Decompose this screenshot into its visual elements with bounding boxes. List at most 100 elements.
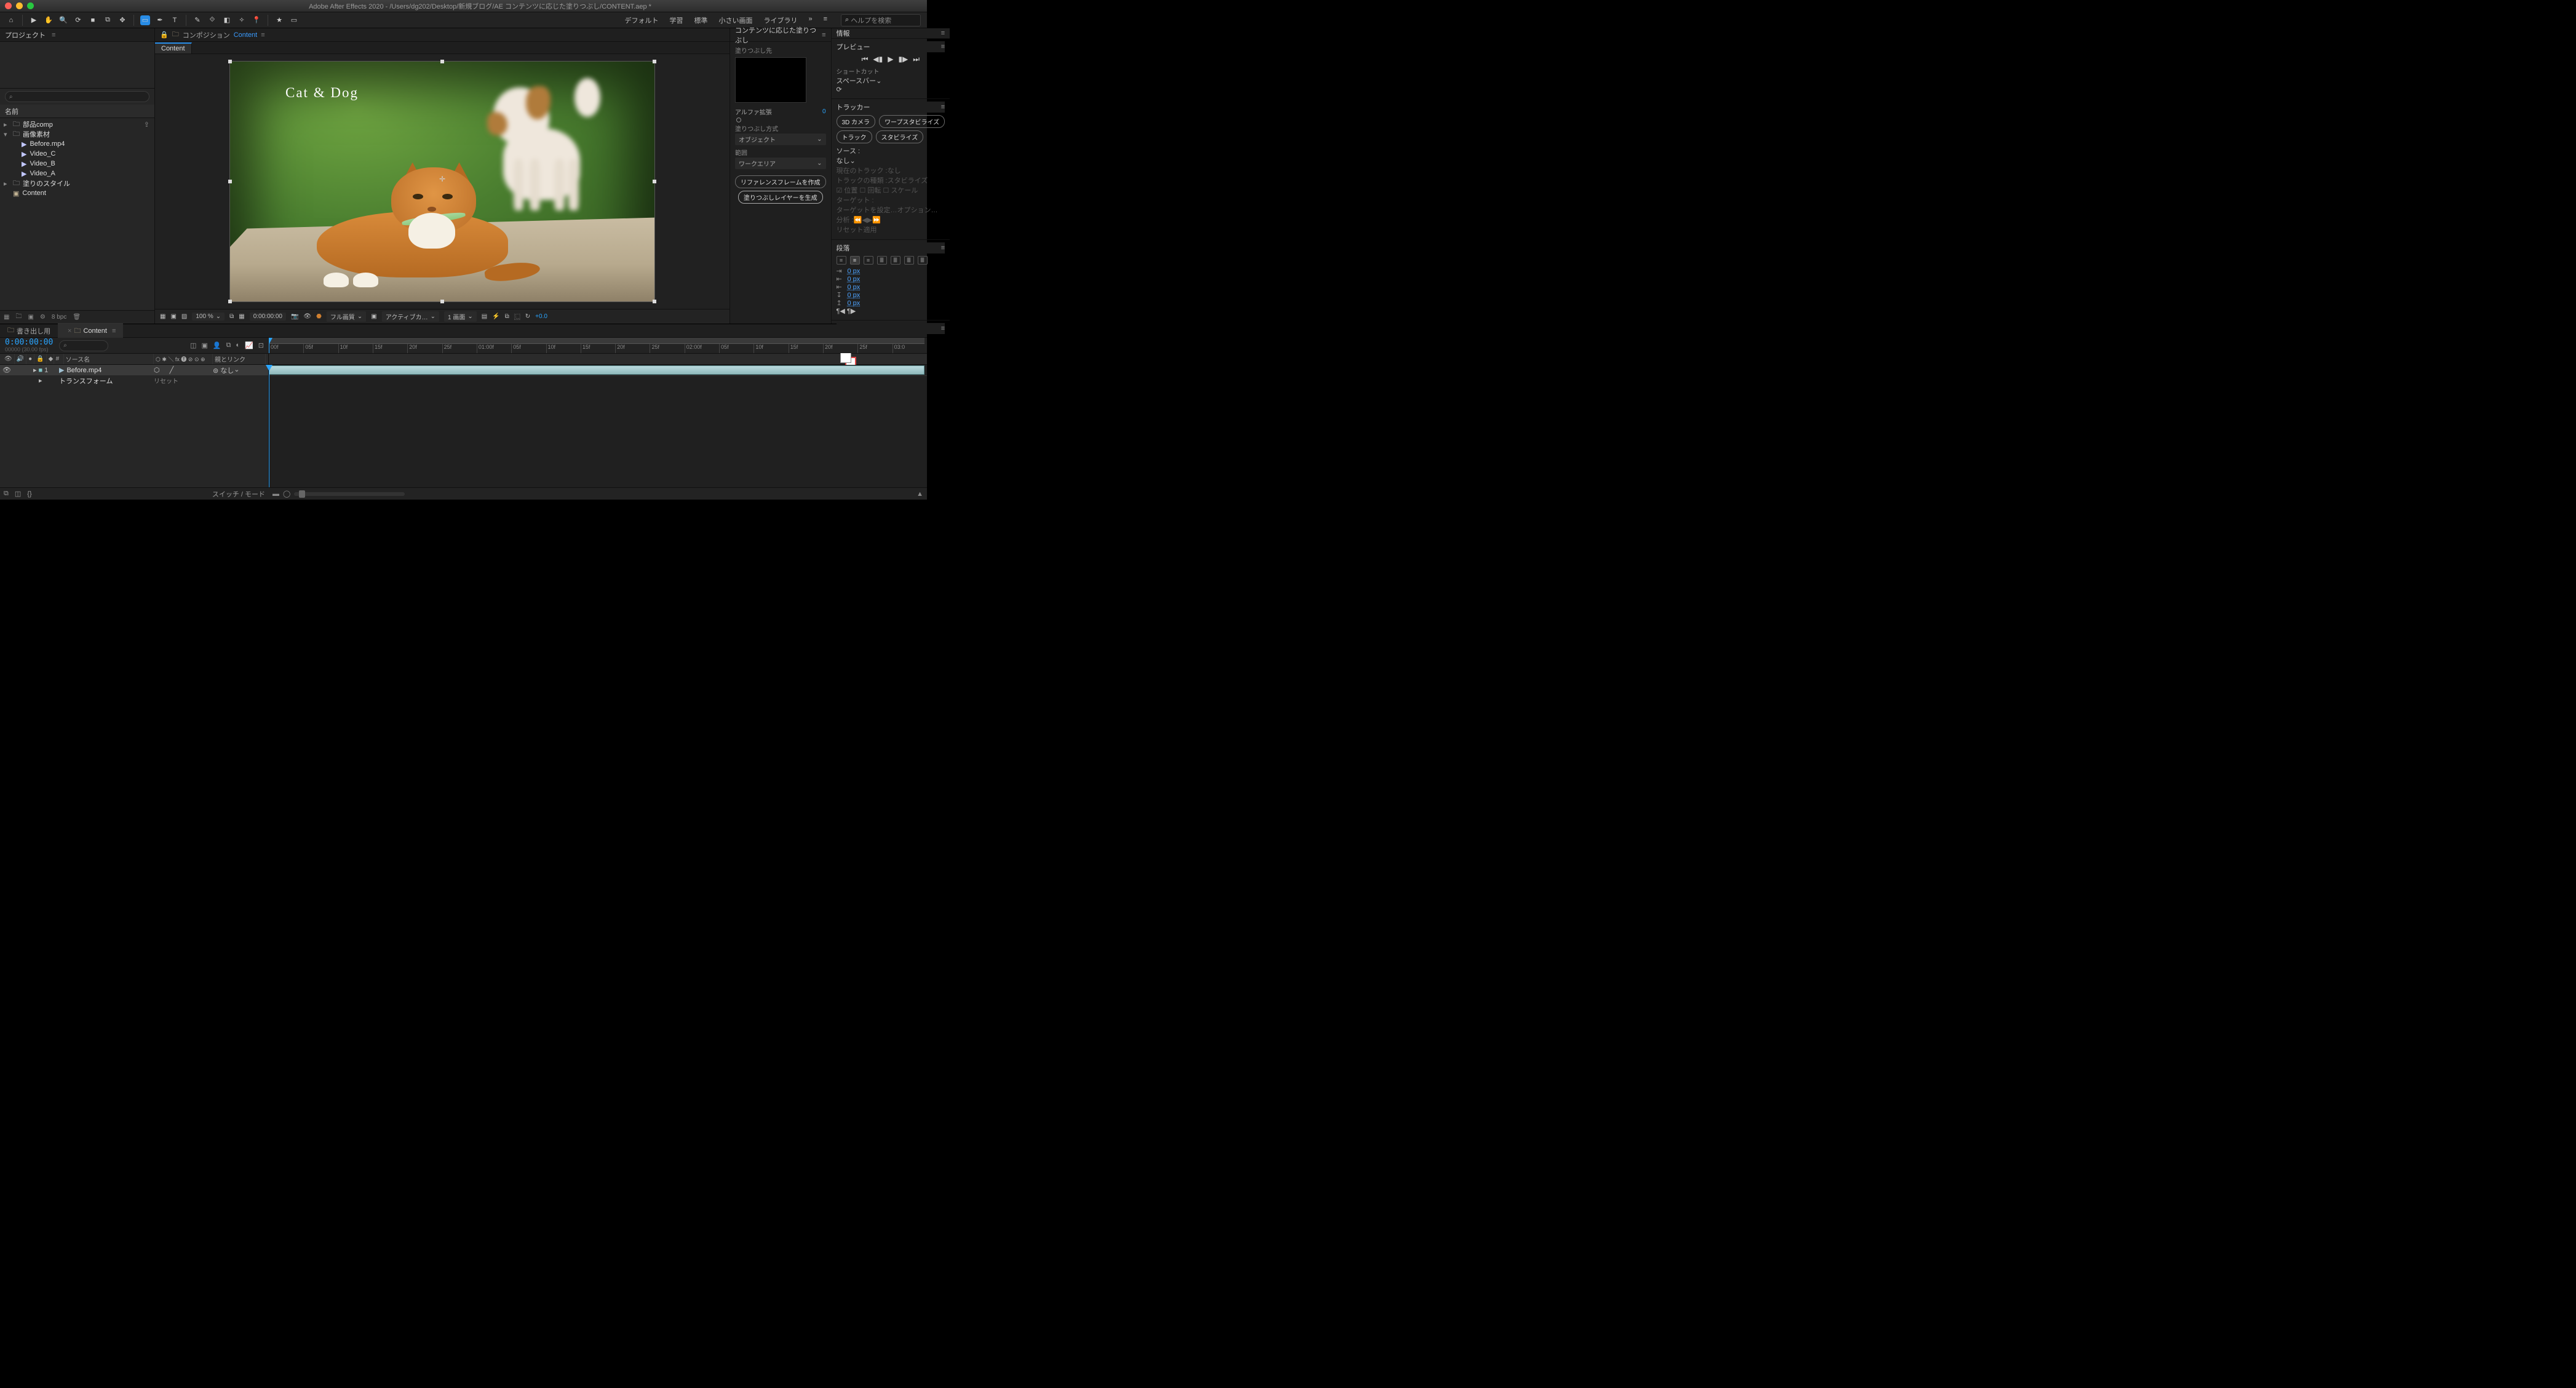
help-search[interactable]: ⌕ ヘルプを検索 [841,14,921,26]
project-panel-tab[interactable]: プロジェクト ≡ [0,28,154,42]
tracker-3d-camera-button[interactable]: 3D カメラ [837,115,876,128]
window-close-button[interactable] [5,2,12,9]
eraser-tool-icon[interactable]: ◧ [222,15,232,25]
preview-shortcut-dropdown[interactable]: スペースバー⌄ [837,76,945,86]
selection-tool-icon[interactable]: ▶ [29,15,39,25]
workspace-standard[interactable]: 標準 [694,15,707,25]
caf-alpha-slider[interactable] [736,118,741,122]
text-tool-icon[interactable]: T [170,15,180,25]
justify-all-icon[interactable]: ≣ [918,256,928,265]
step-back-icon[interactable]: ◀▮ [873,55,883,64]
justify-last-right-icon[interactable]: ≣ [904,256,914,265]
motion-blur-icon[interactable]: ◐ [236,341,240,349]
rotate-tool-icon[interactable]: ■ [88,15,98,25]
tracker-source-dropdown[interactable]: なし⌄ [837,156,945,166]
work-area-bar[interactable] [269,338,924,344]
paragraph-tab-label[interactable]: 段落 [837,243,850,253]
new-folder-icon[interactable]: 🗀 [15,312,22,322]
align-right-icon[interactable]: ≡ [864,256,873,265]
go-to-start-icon[interactable]: ⏮ [862,55,869,64]
project-column-header[interactable]: 名前 [0,105,154,118]
toggle-alpha-icon[interactable]: ▦ [160,313,165,320]
workspace-library[interactable]: ライブラリ [763,15,797,25]
indent-left[interactable]: ⇥0 px [837,267,945,275]
new-comp-icon[interactable]: ▣ [28,314,33,321]
layer-label-color[interactable]: ■ [39,367,43,374]
project-item[interactable]: ▸🗀部品comp⇪ [0,119,154,129]
puppet-tool-icon[interactable]: 📍 [252,15,261,25]
view-dropdown[interactable]: アクティブカ… ⌄ [382,311,439,322]
anchor-point-icon[interactable]: ✛ [439,175,445,183]
label-column[interactable]: ◆ [47,354,54,364]
timeline-track-area[interactable] [269,365,927,487]
toggle-in-out-icon[interactable]: {} [27,490,31,498]
resolution-icon[interactable]: ⧉ [229,313,234,320]
snapshot-icon[interactable]: 📷 [291,313,298,320]
roto-tool-icon[interactable]: ✧ [237,15,247,25]
pen-tool-icon[interactable]: ✒ [155,15,165,25]
transform-handle[interactable] [228,180,232,183]
transform-handle[interactable] [653,300,656,303]
panel-menu-icon[interactable]: ≡ [941,244,945,252]
content-aware-fill-tab[interactable]: コンテンツに応じた塗りつぶし≡ [730,28,831,42]
transform-handle[interactable] [653,60,656,63]
video-column-icon[interactable]: 👁 [2,354,15,364]
layer-transform-row[interactable]: ▸ トランスフォーム リセット [0,375,268,386]
ltr-toggle-icon[interactable]: ¶▶ [847,308,856,315]
project-search[interactable]: ⌕ [5,91,149,102]
caf-range-dropdown[interactable]: ワークエリア⌄ [735,158,826,169]
pickwhip-icon[interactable]: ⊚ [213,367,218,375]
parent-dropdown[interactable]: なし⌄ [220,365,257,375]
project-settings-icon[interactable]: ⚙ [40,314,46,321]
timeline-search[interactable]: ⌕ [59,340,108,351]
current-time[interactable]: 0:00:00:00 [5,338,53,346]
workspace-default[interactable]: デフォルト [624,15,658,25]
preview-time[interactable]: 0:00:00:00 [250,313,286,321]
comp-mini-flow-icon[interactable]: ◫ [190,341,196,349]
source-name-column[interactable]: ソース名 [64,354,154,364]
video-toggle-icon[interactable]: 👁 [2,366,11,374]
text-layer-catdog[interactable]: Cat & Dog [285,85,359,101]
toggle-modes-icon[interactable]: ◫ [15,490,21,498]
camera-tool-icon[interactable]: ⧉ [103,15,113,25]
project-item[interactable]: ▣Content [0,188,154,198]
resolution-dropdown[interactable]: フル画質 ⌄ [327,311,366,322]
workspace-learn[interactable]: 学習 [669,15,683,25]
space-before[interactable]: ↧0 px [837,291,945,299]
layer-name[interactable]: Before.mp4 [66,367,101,374]
transform-handle[interactable] [440,300,444,303]
hand-tool-icon[interactable]: ✋ [44,15,54,25]
tracker-warp-stab-button[interactable]: ワープスタビライズ [879,115,945,128]
project-item[interactable]: ▶Video_B [0,159,154,169]
switch-mode-toggle[interactable]: スイッチ / モード [212,489,265,499]
align-left-icon[interactable]: ≡ [837,256,846,265]
zoom-dropdown[interactable]: 100 % ⌄ [192,313,225,321]
lock-icon[interactable]: 🔒 [160,31,169,39]
cycle-icon[interactable]: ⟳ [837,86,842,94]
roi-icon[interactable]: ▣ [371,313,376,320]
panel-menu-icon[interactable]: ≡ [112,327,116,335]
interpret-icon[interactable]: ▦ [4,314,9,321]
project-item[interactable]: ▸🗀塗りのスタイル [0,178,154,188]
workspace-overflow-icon[interactable]: » [808,15,812,25]
frame-blend-icon[interactable]: ⧉ [226,341,231,349]
close-icon[interactable]: × [68,327,71,335]
transform-handle[interactable] [653,180,656,183]
graph-editor-icon[interactable]: 📈 [245,341,253,349]
panel-menu-icon[interactable]: ≡ [261,31,264,39]
timeline-tab-content[interactable]: ×🗀Content≡ [58,323,123,339]
reset-exp-icon[interactable]: ↻ [525,313,530,320]
bpc-label[interactable]: 8 bpc [52,314,66,321]
zoom-tool-icon[interactable]: 🔍 [58,15,68,25]
panel-menu-icon[interactable]: ≡ [941,30,945,37]
twirl-icon[interactable]: ▸ [33,366,37,374]
panel-menu-icon[interactable]: ≡ [52,31,55,39]
audio-column-icon[interactable]: 🔊 [15,354,26,364]
show-snapshot-icon[interactable]: 👁 [303,313,311,320]
switch-collapse[interactable]: ⬡ [154,366,160,374]
orbit-tool-icon[interactable]: ⟳ [73,15,83,25]
timeline-link-icon[interactable]: ⧉ [505,313,509,320]
rectangle-tool-icon[interactable]: ▭ [140,15,150,25]
clone-tool-icon[interactable]: ⟐ [207,15,217,25]
zoom-in-icon[interactable]: ▲ [916,490,923,498]
